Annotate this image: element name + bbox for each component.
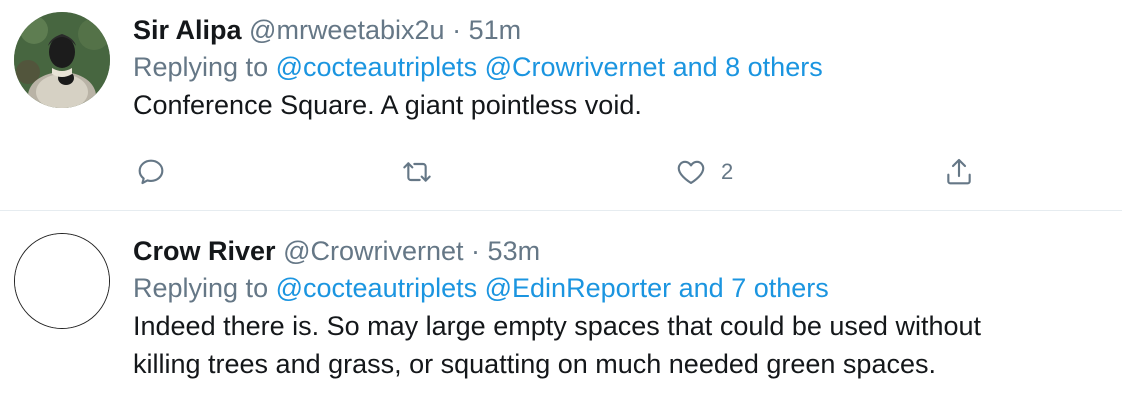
tweet: Sir Alipa @mrweetabix2u · 51m Replying t… [0,0,1122,210]
heart-icon [677,160,705,184]
display-name[interactable]: Sir Alipa [133,15,242,45]
user-handle[interactable]: @Crowrivernet [283,236,463,266]
mention-link[interactable]: @EdinReporter [485,273,672,303]
timestamp[interactable]: 51m [469,15,522,45]
avatar[interactable] [14,12,110,108]
timestamp[interactable]: 53m [488,236,541,266]
tweet-text-line: killing trees and grass, or squatting on… [133,349,936,379]
tweet-content: Sir Alipa @mrweetabix2u · 51m Replying t… [133,12,1112,124]
share-button[interactable] [943,150,975,194]
share-icon [947,158,971,185]
mention-link[interactable]: @cocteautriplets [276,52,478,82]
tweet-text-line: Indeed there is. So may large empty spac… [133,311,981,341]
user-handle[interactable]: @mrweetabix2u [249,15,445,45]
separator-dot: · [452,15,462,45]
retweet-icon [403,162,431,182]
replying-prefix: Replying to [133,52,269,82]
reply-button[interactable] [135,150,167,194]
others-link[interactable]: and 8 others [673,52,823,82]
statue-avatar-photo [14,12,110,108]
tweet-text: Conference Square. A giant pointless voi… [133,90,642,120]
others-link[interactable]: and 7 others [679,273,829,303]
tweet-header: Crow River @Crowrivernet · 53m [133,233,1112,269]
avatar[interactable] [14,233,110,329]
empty-circle-avatar [15,234,109,328]
retweet-button[interactable] [401,150,433,194]
display-name[interactable]: Crow River [133,236,276,266]
tweet-content: Crow River @Crowrivernet · 53m Replying … [133,233,1112,383]
replying-prefix: Replying to [133,273,269,303]
mention-link[interactable]: @Crowrivernet [485,52,665,82]
tweet: Crow River @Crowrivernet · 53m Replying … [0,211,1122,412]
like-button[interactable]: 2 [675,150,733,194]
tweet-actions: 2 [133,150,993,194]
mention-link[interactable]: @cocteautriplets [276,273,478,303]
tweet-header: Sir Alipa @mrweetabix2u · 51m [133,12,1112,48]
reply-icon [138,159,164,185]
replying-to: Replying to @cocteautriplets @Crowrivern… [133,48,1112,86]
replying-to: Replying to @cocteautriplets @EdinReport… [133,269,1112,307]
separator-dot: · [471,236,481,266]
like-count: 2 [721,159,734,184]
tweet-text: Indeed there is. So may large empty spac… [133,307,1112,383]
